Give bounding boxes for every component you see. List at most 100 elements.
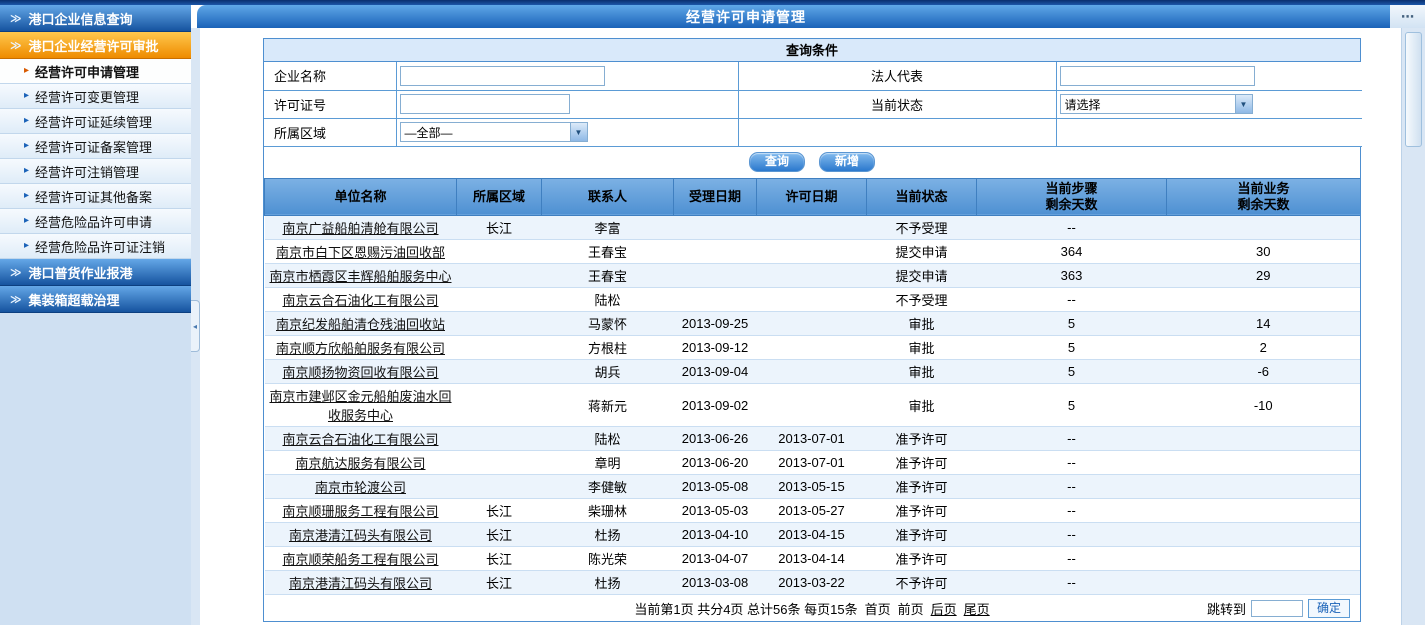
table-row: 南京市白下区恩赐污油回收部 王春宝 提交申请 364 30 <box>265 240 1361 264</box>
add-button[interactable]: 新增 <box>819 152 875 172</box>
sidebar-subitem-dangerous-goods-cancellation[interactable]: ▸ 经营危险品许可证注销 <box>0 234 191 259</box>
business-days-cell: -10 <box>1167 384 1361 427</box>
arrow-right-icon: ▸ <box>24 141 29 151</box>
contact-cell: 蒋新元 <box>542 384 674 427</box>
scrollbar-track[interactable] <box>1401 28 1425 625</box>
company-link[interactable]: 南京广益船舶清舱有限公司 <box>282 221 438 236</box>
next-page-link[interactable]: 后页 <box>931 599 957 618</box>
prev-page-link[interactable]: 前页 <box>898 599 924 618</box>
last-page-link[interactable]: 尾页 <box>964 599 990 618</box>
status-cell: 审批 <box>867 384 977 427</box>
jump-page-input[interactable] <box>1251 600 1303 617</box>
sidebar-item-enterprise-info-query[interactable]: ≫ 港口企业信息查询 <box>0 5 191 32</box>
current-status-select[interactable]: 请选择 ▼ <box>1060 94 1253 114</box>
double-arrow-icon: ≫ <box>10 266 22 279</box>
company-name-input[interactable] <box>400 66 605 86</box>
accept-date-cell: 2013-09-04 <box>674 360 757 384</box>
region-cell <box>457 240 542 264</box>
table-row: 南京顺珊服务工程有限公司 长江 柴珊林 2013-05-03 2013-05-2… <box>265 499 1361 523</box>
actions-row: 查询 新增 <box>264 147 1360 178</box>
search-button[interactable]: 查询 <box>749 152 805 172</box>
contact-cell: 杜扬 <box>542 523 674 547</box>
company-link[interactable]: 南京云合石油化工有限公司 <box>282 432 438 447</box>
license-date-cell: 2013-05-15 <box>757 475 867 499</box>
table-row: 南京市建邺区金元船舶废油水回收服务中心 蒋新元 2013-09-02 审批 5 … <box>265 384 1361 427</box>
sidebar-collapse-handle[interactable]: ◂ <box>191 300 200 352</box>
sidebar-subitem-license-other-filing[interactable]: ▸ 经营许可证其他备案 <box>0 184 191 209</box>
step-days-cell: 364 <box>977 240 1167 264</box>
table-row: 南京顺荣船务工程有限公司 长江 陈光荣 2013-04-07 2013-04-1… <box>265 547 1361 571</box>
table-body: 南京广益船舶清舱有限公司 长江 李富 不予受理 -- 南京市白下区恩赐污油回收部 <box>265 216 1361 595</box>
step-days-cell: -- <box>977 571 1167 595</box>
sidebar-item-container-overload[interactable]: ≫ 集装箱超载治理 <box>0 286 191 313</box>
contact-cell: 王春宝 <box>542 264 674 288</box>
content-area: 查询条件 企业名称 法人代表 许可证号 当前状态 请选择 ▼ <box>200 28 1401 625</box>
jump-controls: 跳转到 确定 <box>1207 599 1350 618</box>
sidebar-subitem-license-cancellation[interactable]: ▸ 经营许可注销管理 <box>0 159 191 184</box>
company-link[interactable]: 南京市栖霞区丰辉船舶服务中心 <box>269 269 451 284</box>
arrow-right-icon: ▸ <box>24 66 29 76</box>
arrow-right-icon: ▸ <box>24 241 29 251</box>
sidebar-item-label: 港口企业信息查询 <box>29 9 133 28</box>
company-link[interactable]: 南京市建邺区金元船舶废油水回收服务中心 <box>269 389 451 423</box>
accept-date-cell <box>674 288 757 312</box>
region-cell: 长江 <box>457 523 542 547</box>
table-row: 南京纪发船舶清仓残油回收站 马蒙怀 2013-09-25 审批 5 14 <box>265 312 1361 336</box>
accept-date-cell: 2013-04-07 <box>674 547 757 571</box>
sidebar-subitem-license-filing[interactable]: ▸ 经营许可证备案管理 <box>0 134 191 159</box>
status-cell: 审批 <box>867 312 977 336</box>
table-row: 南京云合石油化工有限公司 陆松 2013-06-26 2013-07-01 准予… <box>265 427 1361 451</box>
first-page-link[interactable]: 首页 <box>865 599 891 618</box>
double-arrow-icon: ≫ <box>10 39 22 52</box>
company-link[interactable]: 南京顺珊服务工程有限公司 <box>282 504 438 519</box>
confirm-button[interactable]: 确定 <box>1308 599 1350 618</box>
arrow-right-icon: ▸ <box>24 116 29 126</box>
step-days-cell: 5 <box>977 312 1167 336</box>
pagination-bar: 当前第1页 共分4页 总计56条 每页15条 首页 前页 后页 尾页 跳转到 确… <box>264 595 1360 621</box>
company-name-label: 企业名称 <box>264 62 396 90</box>
current-status-select-value: 请选择 <box>1065 96 1101 113</box>
license-date-cell: 2013-03-22 <box>757 571 867 595</box>
company-link[interactable]: 南京纪发船舶清仓残油回收站 <box>276 317 445 332</box>
sidebar-item-cargo-report[interactable]: ≫ 港口普货作业报港 <box>0 259 191 286</box>
business-days-cell <box>1167 427 1361 451</box>
accept-date-cell: 2013-06-26 <box>674 427 757 451</box>
company-link[interactable]: 南京顺方欣船舶服务有限公司 <box>276 341 445 356</box>
sidebar-item-license-approval[interactable]: ≫ 港口企业经营许可审批 <box>0 32 191 59</box>
step-days-cell: -- <box>977 547 1167 571</box>
legal-rep-input[interactable] <box>1060 66 1255 86</box>
company-link[interactable]: 南京市轮渡公司 <box>315 480 406 495</box>
region-cell <box>457 475 542 499</box>
sidebar-subitem-license-renewal[interactable]: ▸ 经营许可证延续管理 <box>0 109 191 134</box>
license-no-input[interactable] <box>400 94 570 114</box>
region-select-value: —全部— <box>405 124 453 141</box>
contact-cell: 杜扬 <box>542 571 674 595</box>
results-table: 单位名称所属区域联系人受理日期许可日期当前状态当前步骤 剩余天数当前业务 剩余天… <box>264 178 1360 596</box>
sidebar-subitem-license-change[interactable]: ▸ 经营许可变更管理 <box>0 84 191 109</box>
status-cell: 不予许可 <box>867 571 977 595</box>
company-link[interactable]: 南京航达服务有限公司 <box>295 456 425 471</box>
company-link[interactable]: 南京港清江码头有限公司 <box>289 528 432 543</box>
table-row: 南京市栖霞区丰辉船舶服务中心 王春宝 提交申请 363 29 <box>265 264 1361 288</box>
query-form: 企业名称 法人代表 许可证号 当前状态 请选择 ▼ <box>264 62 1362 147</box>
license-date-cell: 2013-07-01 <box>757 427 867 451</box>
company-link[interactable]: 南京云合石油化工有限公司 <box>282 293 438 308</box>
license-date-cell <box>757 216 867 240</box>
company-link[interactable]: 南京顺荣船务工程有限公司 <box>282 552 438 567</box>
region-cell: 长江 <box>457 216 542 240</box>
step-days-cell: -- <box>977 451 1167 475</box>
contact-cell: 陆松 <box>542 288 674 312</box>
sidebar-subitem-license-application[interactable]: ▸ 经营许可申请管理 <box>0 59 191 84</box>
region-select[interactable]: —全部— ▼ <box>400 122 588 142</box>
region-cell <box>457 288 542 312</box>
table-row: 南京顺扬物资回收有限公司 胡兵 2013-09-04 审批 5 -6 <box>265 360 1361 384</box>
contact-cell: 陈光荣 <box>542 547 674 571</box>
company-link[interactable]: 南京港清江码头有限公司 <box>289 576 432 591</box>
status-cell: 提交申请 <box>867 240 977 264</box>
company-link[interactable]: 南京市白下区恩赐污油回收部 <box>276 245 445 260</box>
company-link[interactable]: 南京顺扬物资回收有限公司 <box>282 365 438 380</box>
scrollbar-thumb[interactable] <box>1405 32 1422 147</box>
region-cell <box>457 384 542 427</box>
arrow-right-icon: ▸ <box>24 91 29 101</box>
sidebar-subitem-dangerous-goods-application[interactable]: ▸ 经营危险品许可申请 <box>0 209 191 234</box>
